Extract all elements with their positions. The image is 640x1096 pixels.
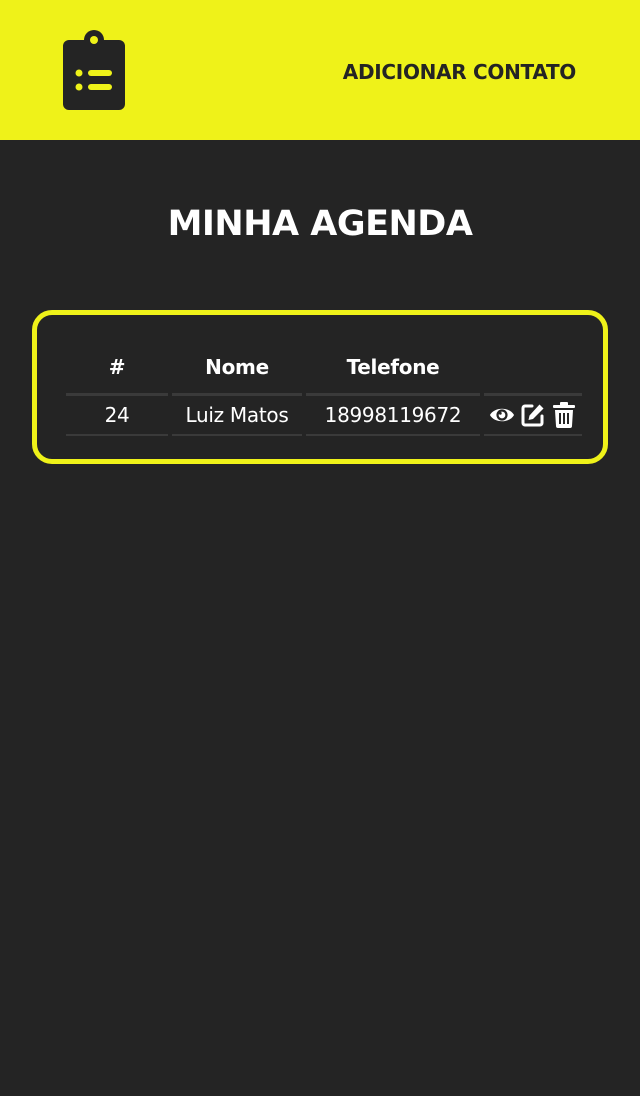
clipboard-list-icon[interactable] [63, 30, 125, 110]
trash-icon[interactable] [551, 402, 577, 428]
cell-id: 24 [66, 396, 168, 436]
top-header: ADICIONAR CONTATO [0, 0, 640, 140]
cell-actions [484, 396, 582, 436]
column-header-telefone: Telefone [306, 340, 480, 396]
column-header-id: # [66, 340, 168, 396]
column-header-actions [484, 340, 582, 396]
column-header-nome: Nome [172, 340, 302, 396]
page-title: MINHA AGENDA [167, 204, 473, 244]
table-header-row: # Nome Telefone [66, 340, 582, 396]
contacts-card: # Nome Telefone 24 Luiz Matos 1899811967… [32, 310, 608, 464]
cell-telefone: 18998119672 [306, 396, 480, 436]
table-row: 24 Luiz Matos 18998119672 [66, 396, 582, 436]
row-actions [484, 402, 582, 428]
edit-icon[interactable] [520, 402, 546, 428]
eye-icon[interactable] [489, 402, 515, 428]
cell-nome: Luiz Matos [172, 396, 302, 436]
add-contact-link[interactable]: ADICIONAR CONTATO [343, 60, 577, 84]
contacts-table: # Nome Telefone 24 Luiz Matos 1899811967… [62, 340, 586, 436]
